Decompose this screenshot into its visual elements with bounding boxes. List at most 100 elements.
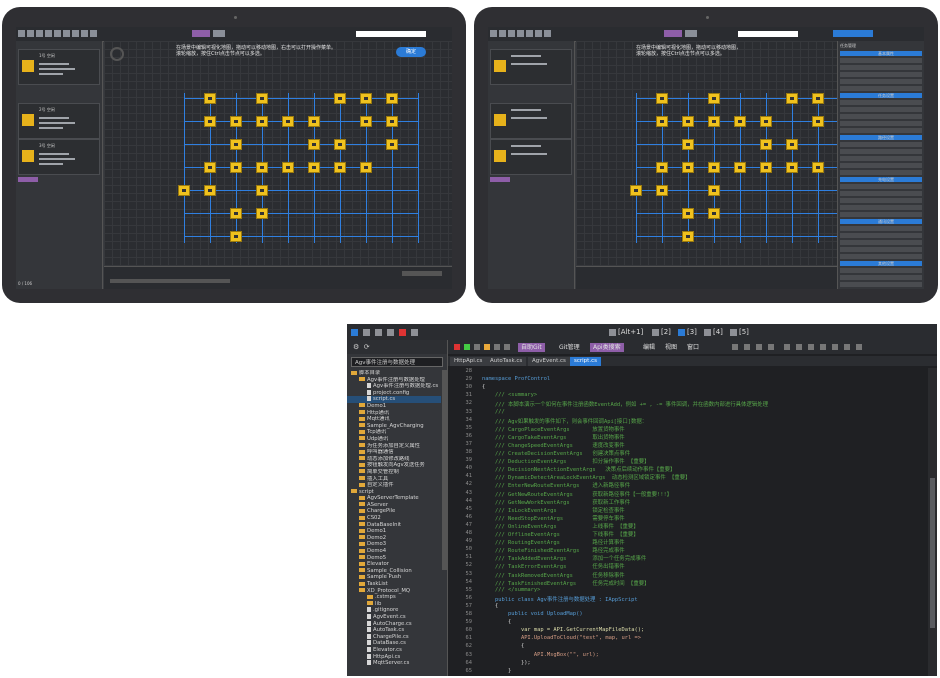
tree-item[interactable]: AgvEvent.cs <box>347 613 441 621</box>
format-icon[interactable] <box>832 344 838 350</box>
station-node[interactable] <box>204 185 216 196</box>
tree-item[interactable]: ChargePile.cs <box>347 633 441 641</box>
station-node[interactable] <box>630 185 642 196</box>
tree-item[interactable]: Demo4 <box>347 548 441 555</box>
step-icon[interactable] <box>474 344 480 350</box>
station-node[interactable] <box>734 116 746 127</box>
station-node[interactable] <box>760 162 772 173</box>
property-row[interactable] <box>840 149 922 154</box>
list-icon[interactable] <box>504 344 510 350</box>
tree-item[interactable]: Sample Push <box>347 574 441 581</box>
tree-item[interactable]: Demo5 <box>347 555 441 562</box>
tab-2[interactable]: [2] <box>652 327 671 337</box>
station-node[interactable] <box>282 116 294 127</box>
editor-scrollbar[interactable] <box>928 368 937 676</box>
paste-icon[interactable] <box>768 344 774 350</box>
station-node[interactable] <box>708 185 720 196</box>
tree-item[interactable]: CS02 <box>347 515 441 522</box>
menu-api-search[interactable]: Api类搜索 <box>590 343 624 352</box>
property-row[interactable] <box>840 254 922 259</box>
redo-icon[interactable] <box>796 344 802 350</box>
menu-view[interactable]: 视图 <box>662 343 680 352</box>
app-toolbar[interactable] <box>488 27 924 42</box>
tree-item[interactable]: Udp通讯 <box>347 436 441 443</box>
station-node[interactable] <box>656 116 668 127</box>
property-row[interactable] <box>840 268 922 273</box>
property-row[interactable] <box>840 275 922 280</box>
station-node[interactable] <box>682 162 694 173</box>
gear-icon[interactable]: ⚙ <box>353 343 359 351</box>
property-row[interactable] <box>840 128 922 133</box>
vehicle-card[interactable]: 2号 空闲 <box>18 103 100 139</box>
property-row[interactable] <box>840 191 922 196</box>
property-row[interactable] <box>840 233 922 238</box>
tree-item[interactable]: Mqtt通讯 <box>347 416 441 423</box>
station-node[interactable] <box>360 116 372 127</box>
menu-git-manage[interactable]: Git管理 <box>556 343 583 352</box>
play-icon[interactable] <box>464 344 470 350</box>
menu-window[interactable]: 窗口 <box>684 343 702 352</box>
undo-icon[interactable] <box>784 344 790 350</box>
station-node[interactable] <box>360 93 372 104</box>
station-node[interactable] <box>204 162 216 173</box>
new-icon[interactable] <box>351 327 360 337</box>
property-row[interactable] <box>840 198 922 203</box>
debug-icon[interactable] <box>484 344 490 350</box>
tab-3[interactable]: [3] <box>678 327 697 337</box>
outdent-icon[interactable] <box>820 344 826 350</box>
tree-item[interactable]: 插入工具 <box>347 476 441 483</box>
property-row[interactable] <box>840 282 922 287</box>
tree-item[interactable]: project.config <box>347 389 441 397</box>
station-node[interactable] <box>812 162 824 173</box>
station-node[interactable] <box>760 139 772 150</box>
tree-item[interactable]: AutoCharge.cs <box>347 620 441 628</box>
tree-item[interactable]: ChargePile <box>347 508 441 515</box>
station-node[interactable] <box>682 116 694 127</box>
tree-item[interactable]: 为任务添加自定义属性 <box>347 443 441 450</box>
station-node[interactable] <box>734 162 746 173</box>
open-icon[interactable] <box>375 327 384 337</box>
tree-item[interactable]: script <box>347 489 441 496</box>
station-node[interactable] <box>334 139 346 150</box>
close-icon[interactable] <box>744 344 750 350</box>
copy-icon[interactable] <box>756 344 762 350</box>
map-canvas[interactable]: 在场景中编辑可视化地图，拖动可以移动地图， 滚轮缩放，按住Ctrl点击节点可以多… <box>576 41 870 267</box>
station-node[interactable] <box>786 93 798 104</box>
tree-item[interactable]: Elevator.cs <box>347 646 441 654</box>
tab-autotask[interactable]: AutoTask.cs <box>486 357 527 366</box>
property-row[interactable] <box>840 65 922 70</box>
tree-item[interactable]: 按钮触发向Agv发送任务 <box>347 462 441 469</box>
menu-edit[interactable]: 编辑 <box>640 343 658 352</box>
panel-tab[interactable] <box>18 177 38 182</box>
station-node[interactable] <box>708 208 720 219</box>
tree-item[interactable]: 自定义插件 <box>347 482 441 489</box>
app-toolbar[interactable] <box>16 27 452 42</box>
save-icon[interactable] <box>363 327 372 337</box>
tree-item[interactable]: Demo1 <box>347 403 441 410</box>
tree-item[interactable]: .gitignore <box>347 607 441 614</box>
tree-item[interactable]: Agv事件注册与数据处理.cs <box>347 383 441 390</box>
station-node[interactable] <box>386 116 398 127</box>
property-row[interactable] <box>840 212 922 217</box>
search-input[interactable]: Agv事件注册与数据处理 <box>351 357 443 367</box>
property-row[interactable] <box>840 156 922 161</box>
property-row[interactable] <box>840 142 922 147</box>
station-node[interactable] <box>230 208 242 219</box>
tab-agvevent[interactable]: AgvEvent.cs <box>528 357 570 366</box>
station-node[interactable] <box>812 93 824 104</box>
property-row[interactable] <box>840 184 922 189</box>
station-node[interactable] <box>308 162 320 173</box>
tree-item[interactable]: Demo1 <box>347 528 441 535</box>
tree-item[interactable]: AutoTask.cs <box>347 627 441 634</box>
tree-item[interactable]: Demo3 <box>347 541 441 548</box>
station-node[interactable] <box>204 116 216 127</box>
station-node[interactable] <box>682 231 694 242</box>
vehicle-card[interactable]: 1号 空闲 <box>18 49 100 85</box>
station-node[interactable] <box>760 116 772 127</box>
property-row[interactable] <box>840 86 922 91</box>
tree-item[interactable]: Sample_Collision <box>347 568 441 575</box>
tree-item[interactable]: lib <box>347 601 441 608</box>
property-row[interactable] <box>840 240 922 245</box>
vehicle-card[interactable] <box>490 49 572 85</box>
tab-5[interactable]: [5] <box>730 327 749 337</box>
